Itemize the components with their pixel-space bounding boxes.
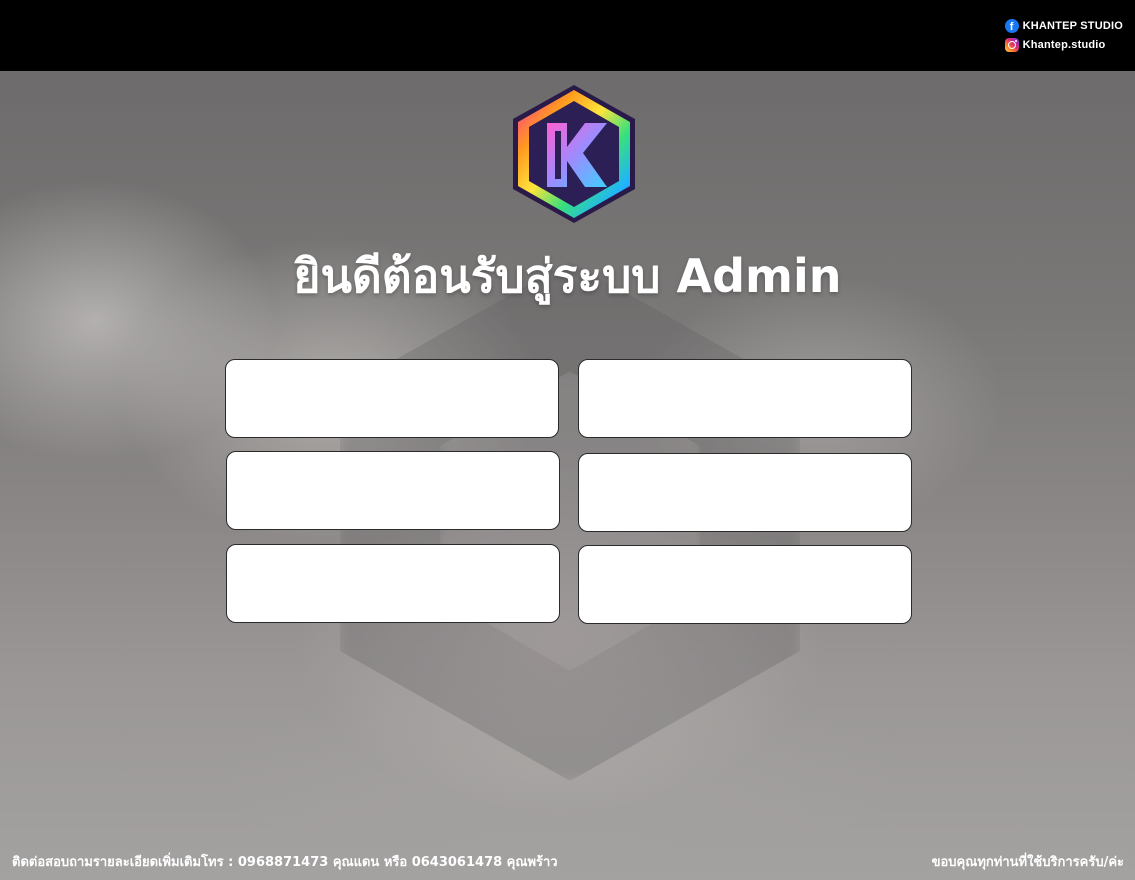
facebook-label: KHANTEP STUDIO bbox=[1022, 20, 1123, 32]
instagram-icon bbox=[1004, 38, 1019, 52]
facebook-icon: f bbox=[1004, 19, 1019, 33]
footer-contact: ติดต่อสอบถามรายละเอียดเพิ่มเติมโทร : 096… bbox=[12, 855, 558, 870]
social-links: f KHANTEP STUDIO Khantep.studio bbox=[1004, 18, 1123, 53]
menu-box-4[interactable] bbox=[578, 453, 912, 532]
instagram-label: Khantep.studio bbox=[1022, 39, 1106, 51]
menu-box-6[interactable] bbox=[578, 545, 912, 624]
k-hexagon-logo bbox=[513, 85, 635, 223]
menu-box-3[interactable] bbox=[226, 451, 560, 530]
instagram-link[interactable]: Khantep.studio bbox=[1004, 37, 1123, 53]
footer-thanks: ขอบคุณทุกท่านที่ใช้บริการครับ/ค่ะ bbox=[931, 855, 1124, 870]
menu-box-5[interactable] bbox=[226, 544, 560, 623]
top-bar: f KHANTEP STUDIO Khantep.studio bbox=[0, 0, 1135, 71]
menu-box-1[interactable] bbox=[225, 359, 559, 438]
facebook-link[interactable]: f KHANTEP STUDIO bbox=[1004, 18, 1123, 34]
page-title: ยินดีต้อนรับสู่ระบบ Admin bbox=[293, 249, 842, 303]
menu-box-2[interactable] bbox=[578, 359, 912, 438]
